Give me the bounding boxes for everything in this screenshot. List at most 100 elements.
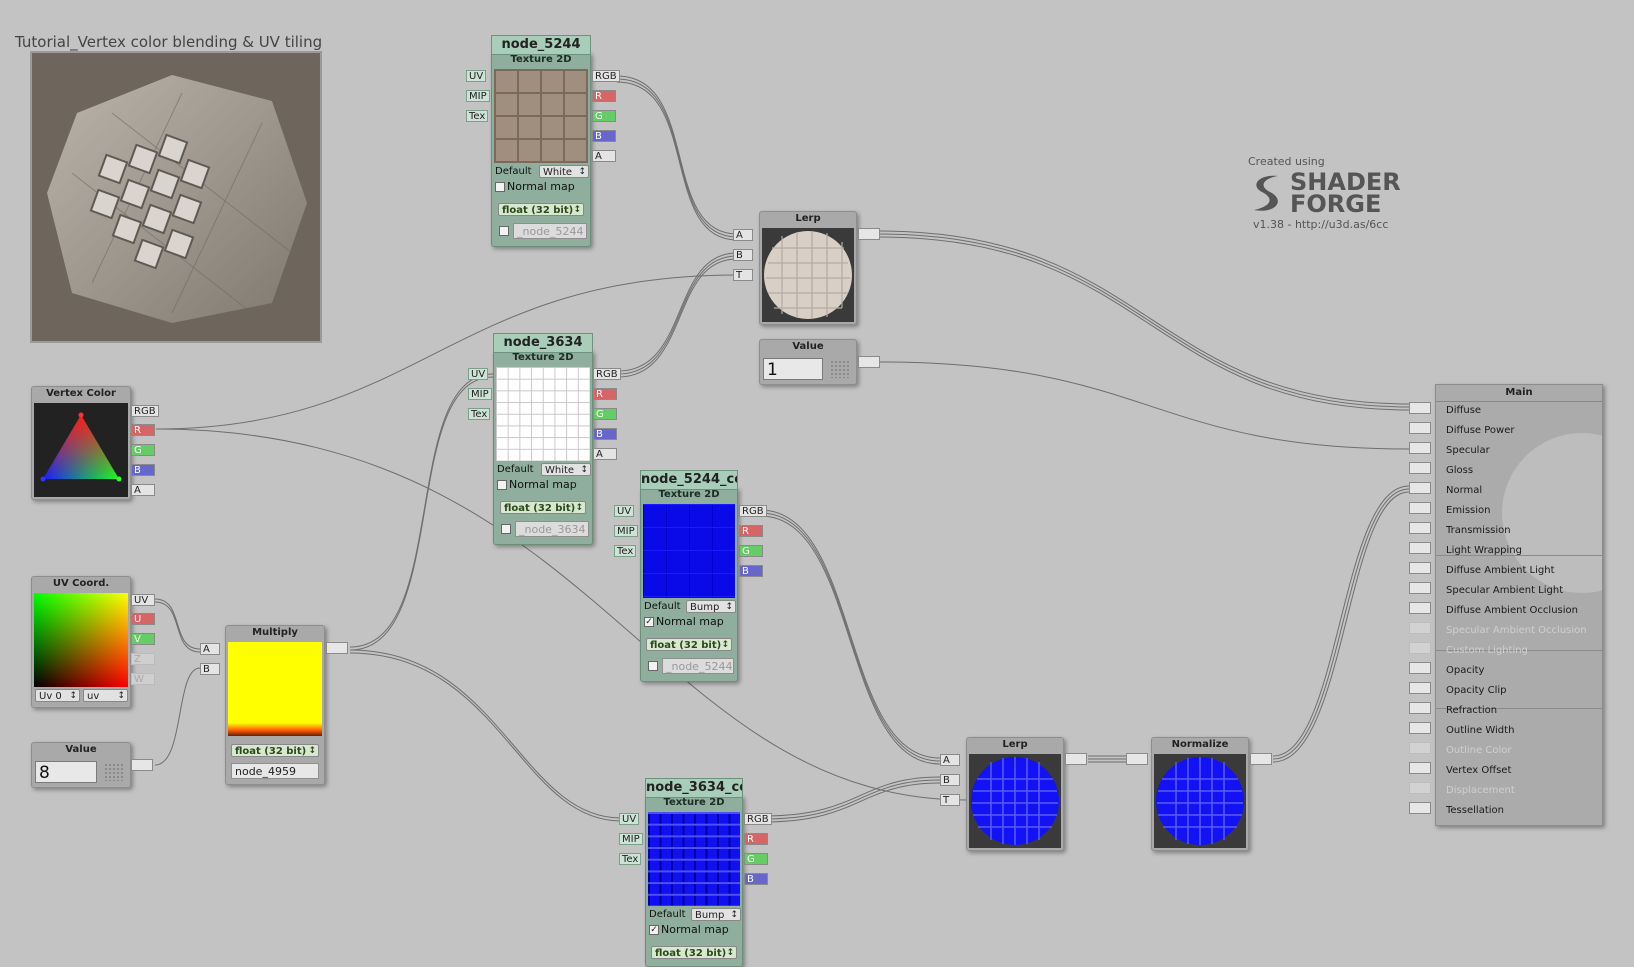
vertex-color-output-r[interactable]: R — [131, 424, 155, 436]
default-dropdown[interactable]: Bump — [691, 908, 741, 922]
lerp-top-input-b[interactable]: B — [733, 249, 753, 261]
tex5244-output-r[interactable]: R — [592, 90, 616, 102]
texture-node-3634-copy[interactable]: node_3634_cop Texture 2D Default Bump ✓ … — [645, 778, 743, 967]
node-name[interactable]: node_5244 — [491, 35, 591, 55]
normal-map-checkbox[interactable] — [495, 182, 505, 192]
multiply-name-field[interactable]: node_4959 — [231, 763, 319, 779]
value-node-1[interactable]: Value 1 — [759, 339, 857, 385]
tex3634copy-input-tex[interactable]: Tex — [619, 853, 642, 865]
main-socket-refraction[interactable] — [1409, 702, 1431, 714]
tex3634-output-g[interactable]: G — [593, 408, 617, 420]
lerp-node-bottom[interactable]: Lerp — [966, 737, 1064, 851]
tex3634-input-mip[interactable]: MIP — [468, 388, 492, 400]
normal-map-checkbox[interactable]: ✓ — [649, 925, 659, 935]
normal-map-checkbox[interactable] — [497, 480, 507, 490]
value-8-output[interactable] — [131, 759, 153, 771]
precision-dropdown[interactable]: float (32 bit) — [498, 203, 584, 217]
drag-grip-icon[interactable] — [104, 763, 124, 781]
uv-output-u[interactable]: U — [131, 613, 155, 625]
main-socket-specular[interactable] — [1409, 442, 1431, 454]
normalize-node[interactable]: Normalize — [1151, 737, 1249, 851]
tex3634copy-output-b[interactable]: B — [744, 873, 768, 885]
node-name[interactable]: node_3634 — [493, 333, 593, 353]
tex5244copy-output-b[interactable]: B — [739, 565, 763, 577]
multiply-input-a[interactable]: A — [200, 643, 220, 655]
property-checkbox[interactable] — [499, 226, 509, 236]
value-1-output[interactable] — [858, 356, 880, 368]
lerp-node-top[interactable]: Lerp — [759, 211, 857, 325]
tex5244copy-output-g[interactable]: G — [739, 545, 763, 557]
precision-dropdown[interactable]: float (32 bit) — [500, 501, 586, 515]
tex3634copy-output-rgb[interactable]: RGB — [744, 813, 772, 825]
vertex-color-output-rgb[interactable]: RGB — [131, 405, 159, 417]
tex5244copy-input-mip[interactable]: MIP — [614, 525, 638, 537]
main-socket-diffuse-ambient-light[interactable] — [1409, 562, 1431, 574]
main-socket-normal[interactable] — [1409, 482, 1431, 494]
lerp-bottom-output[interactable] — [1065, 753, 1087, 765]
shader-preview[interactable] — [30, 51, 322, 343]
texture-node-3634[interactable]: node_3634 Texture 2D Default White Norma… — [493, 333, 593, 545]
tex3634copy-input-mip[interactable]: MIP — [619, 833, 643, 845]
uv-output-uv[interactable]: UV — [131, 594, 155, 606]
property-checkbox[interactable] — [501, 524, 511, 534]
lerp-bottom-input-b[interactable]: B — [940, 774, 960, 786]
main-output-node[interactable]: Main Diffuse Diffuse Power Specular Gloss No… — [1435, 384, 1603, 826]
lerp-bottom-input-a[interactable]: A — [940, 754, 960, 766]
tex3634-output-rgb[interactable]: RGB — [593, 368, 621, 380]
lerp-top-input-a[interactable]: A — [733, 229, 753, 241]
tex3634-output-r[interactable]: R — [593, 388, 617, 400]
value-node-8[interactable]: Value 8 — [31, 742, 131, 788]
node-name[interactable]: node_3634_cop — [645, 778, 743, 798]
tex3634copy-output-r[interactable]: R — [744, 833, 768, 845]
uv-mode-dropdown[interactable]: uv — [83, 689, 128, 703]
main-socket-vertex-offset[interactable] — [1409, 762, 1431, 774]
multiply-node[interactable]: Multiply float (32 bit) node_4959 — [225, 625, 325, 785]
vertex-color-output-b[interactable]: B — [131, 464, 155, 476]
main-socket-diffuse-power[interactable] — [1409, 422, 1431, 434]
main-socket-diffuse-ambient-occlusion[interactable] — [1409, 602, 1431, 614]
property-name-field[interactable]: _node_5244 — [662, 658, 734, 674]
tex3634-input-tex[interactable]: Tex — [468, 408, 491, 420]
node-name[interactable]: node_5244_cop — [640, 470, 738, 490]
tex3634copy-input-uv[interactable]: UV — [619, 813, 640, 825]
tex3634copy-output-g[interactable]: G — [744, 853, 768, 865]
texture-node-5244[interactable]: node_5244 Texture 2D Default White Norma… — [491, 35, 591, 247]
default-dropdown[interactable]: Bump — [686, 600, 736, 614]
multiply-input-b[interactable]: B — [200, 663, 220, 675]
property-checkbox[interactable] — [648, 661, 658, 671]
lerp-top-output[interactable] — [858, 228, 880, 240]
drag-grip-icon[interactable] — [830, 360, 850, 378]
main-socket-gloss[interactable] — [1409, 462, 1431, 474]
tex5244-input-uv[interactable]: UV — [466, 70, 487, 82]
vertex-color-node[interactable]: Vertex Color — [31, 386, 131, 500]
value-field[interactable]: 1 — [763, 358, 823, 380]
main-socket-opacity[interactable] — [1409, 662, 1431, 674]
default-dropdown[interactable]: White — [539, 165, 589, 179]
uv-coord-node[interactable]: UV Coord. Uv 0 uv — [31, 576, 131, 708]
multiply-precision-dropdown[interactable]: float (32 bit) — [231, 744, 319, 758]
tex5244copy-output-rgb[interactable]: RGB — [739, 505, 767, 517]
default-dropdown[interactable]: White — [541, 463, 591, 477]
tex5244-output-a[interactable]: A — [592, 150, 616, 162]
property-name-field[interactable]: _node_5244 — [513, 223, 587, 239]
tex3634-input-uv[interactable]: UV — [468, 368, 489, 380]
tex5244-output-rgb[interactable]: RGB — [592, 70, 620, 82]
normalize-output[interactable] — [1250, 753, 1272, 765]
tex5244-input-mip[interactable]: MIP — [466, 90, 490, 102]
main-socket-tessellation[interactable] — [1409, 802, 1431, 814]
main-socket-emission[interactable] — [1409, 502, 1431, 514]
tex5244-input-tex[interactable]: Tex — [466, 110, 489, 122]
main-socket-outline-width[interactable] — [1409, 722, 1431, 734]
main-socket-diffuse[interactable] — [1409, 402, 1431, 414]
tex5244copy-input-uv[interactable]: UV — [614, 505, 635, 517]
tex5244copy-output-r[interactable]: R — [739, 525, 763, 537]
normalize-input[interactable] — [1126, 753, 1148, 765]
lerp-top-input-t[interactable]: T — [733, 269, 753, 281]
tex5244-output-b[interactable]: B — [592, 130, 616, 142]
main-socket-light-wrapping[interactable] — [1409, 542, 1431, 554]
texture-node-5244-copy[interactable]: node_5244_cop Texture 2D Default Bump ✓ … — [640, 470, 738, 682]
main-socket-transmission[interactable] — [1409, 522, 1431, 534]
main-socket-specular-ambient-light[interactable] — [1409, 582, 1431, 594]
main-socket-opacity-clip[interactable] — [1409, 682, 1431, 694]
multiply-output[interactable] — [326, 642, 348, 654]
